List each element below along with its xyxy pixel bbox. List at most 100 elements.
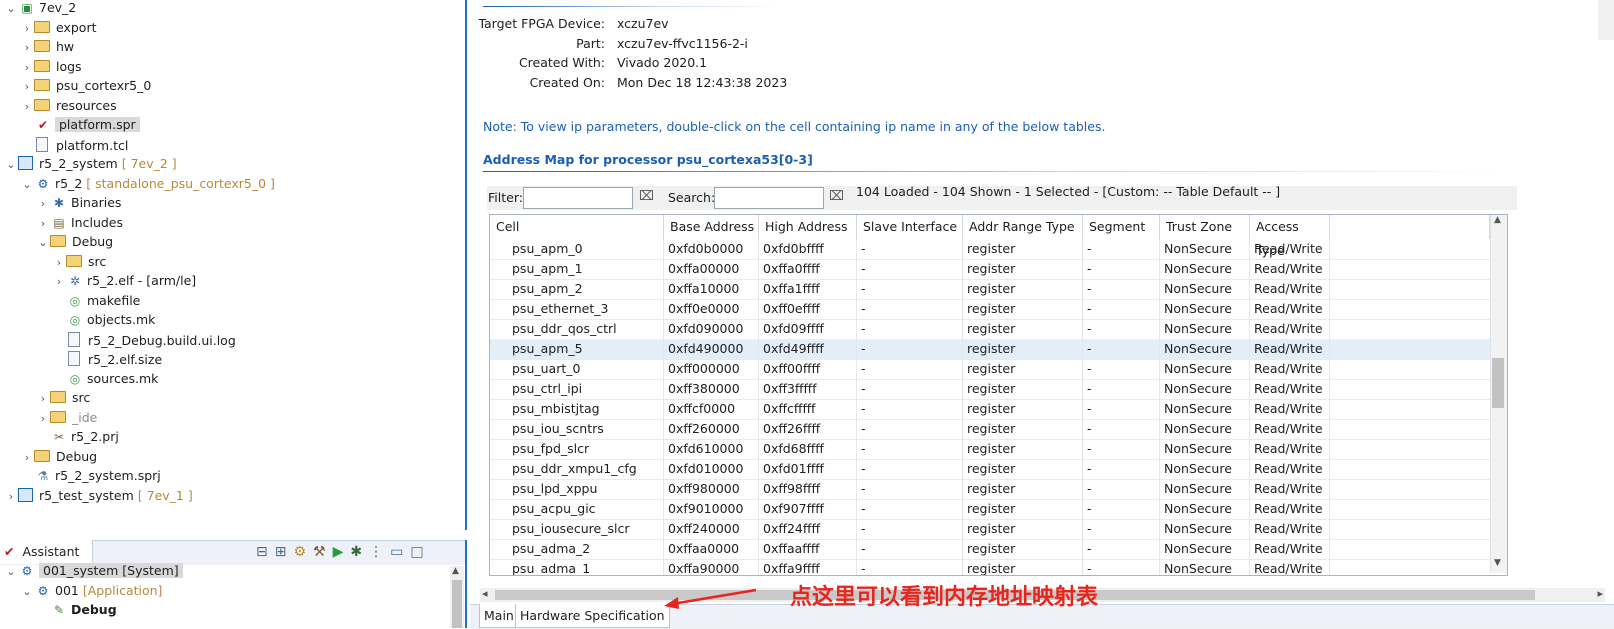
column-header[interactable]: Access Type xyxy=(1250,215,1330,258)
table-cell[interactable]: Read/Write xyxy=(1250,239,1330,259)
table-cell[interactable]: 0xff98ffff xyxy=(759,479,857,499)
table-cell[interactable]: 0xffa0ffff xyxy=(759,259,857,279)
table-cell[interactable]: - xyxy=(1083,299,1160,319)
explorer-item[interactable]: ✂ r5_2.prj xyxy=(36,427,119,447)
chevron-down-icon[interactable]: ⌄ xyxy=(4,562,18,582)
table-cell[interactable]: register xyxy=(963,419,1083,439)
table-cell[interactable]: 0xffcf0000 xyxy=(664,399,759,419)
table-cell[interactable]: - xyxy=(857,399,963,419)
chevron-right-icon[interactable]: › xyxy=(20,19,34,39)
explorer-item[interactable]: ⚗ r5_2_system.sprj xyxy=(20,466,161,486)
explorer-item[interactable]: › psu_cortexr5_0 xyxy=(20,76,152,96)
table-cell[interactable]: Read/Write xyxy=(1250,419,1330,439)
table-cell[interactable]: Read/Write xyxy=(1250,459,1330,479)
column-header[interactable]: Segment xyxy=(1083,215,1160,239)
table-cell[interactable]: Read/Write xyxy=(1250,499,1330,519)
explorer-item[interactable]: ⌄ r5_2_system [ 7ev_2 ] xyxy=(4,154,177,174)
maximize-icon[interactable]: □ xyxy=(410,544,430,560)
table-cell[interactable]: psu_apm_2 xyxy=(490,279,664,299)
scroll-right-icon[interactable]: ▸ xyxy=(1597,587,1603,600)
table-cell[interactable]: NonSecure xyxy=(1160,319,1250,339)
explorer-item[interactable]: › src xyxy=(36,388,90,408)
table-cell[interactable]: Read/Write xyxy=(1250,339,1330,359)
chevron-down-icon[interactable]: ⌄ xyxy=(20,582,34,602)
table-cell[interactable]: NonSecure xyxy=(1160,559,1250,575)
explorer-item[interactable]: › Debug xyxy=(20,447,97,467)
table-cell[interactable]: psu_apm_5 xyxy=(490,339,664,359)
table-cell[interactable]: 0xfd09ffff xyxy=(759,319,857,339)
table-cell[interactable]: Read/Write xyxy=(1250,259,1330,279)
tab-hardware-specification[interactable]: Hardware Specification xyxy=(515,604,670,628)
table-cell[interactable]: 0xffa00000 xyxy=(664,259,759,279)
table-cell[interactable]: register xyxy=(963,259,1083,279)
table-cell[interactable]: Read/Write xyxy=(1250,399,1330,419)
chevron-down-icon[interactable]: ⌄ xyxy=(4,0,18,19)
explorer-item[interactable]: ⌄ Debug xyxy=(36,232,113,252)
search-input[interactable] xyxy=(714,187,824,209)
table-cell[interactable]: psu_ctrl_ipi xyxy=(490,379,664,399)
scroll-up-icon[interactable]: ▲ xyxy=(452,566,459,576)
table-cell[interactable]: NonSecure xyxy=(1160,519,1250,539)
build-hammer-icon[interactable]: ⚒ xyxy=(313,544,333,560)
table-cell[interactable]: - xyxy=(857,379,963,399)
table-cell[interactable]: register xyxy=(963,239,1083,259)
table-cell[interactable]: 0xffaa0000 xyxy=(664,539,759,559)
table-cell[interactable]: psu_adma_1 xyxy=(490,559,664,575)
table-cell[interactable]: Read/Write xyxy=(1250,279,1330,299)
table-cell[interactable]: 0xffcfffff xyxy=(759,399,857,419)
explorer-item[interactable]: › resources xyxy=(20,96,117,116)
table-cell[interactable]: - xyxy=(1083,399,1160,419)
table-cell[interactable]: register xyxy=(963,339,1083,359)
table-cell[interactable]: Read/Write xyxy=(1250,359,1330,379)
table-cell[interactable]: - xyxy=(1083,259,1160,279)
table-row[interactable]: psu_fpd_slcr 0xfd610000 0xfd68ffff - registe… xyxy=(490,439,1490,460)
explorer-item[interactable]: ◎ sources.mk xyxy=(52,369,159,389)
table-cell[interactable]: register xyxy=(963,519,1083,539)
table-row[interactable]: psu_lpd_xppu 0xff980000 0xff98ffff - registe… xyxy=(490,479,1490,500)
table-cell[interactable]: - xyxy=(857,339,963,359)
table-cell[interactable]: psu_uart_0 xyxy=(490,359,664,379)
table-cell[interactable]: - xyxy=(1083,439,1160,459)
chevron-right-icon[interactable]: › xyxy=(20,38,34,58)
collapse-all-icon[interactable]: ⊟ xyxy=(256,544,275,560)
table-cell[interactable]: psu_mbistjtag xyxy=(490,399,664,419)
scroll-up-icon[interactable]: ▲ xyxy=(1494,215,1501,225)
table-cell[interactable]: register xyxy=(963,559,1083,575)
table-cell[interactable]: register xyxy=(963,439,1083,459)
table-cell[interactable]: 0xffa9ffff xyxy=(759,559,857,575)
table-cell[interactable]: - xyxy=(1083,519,1160,539)
explorer-item[interactable]: › ▤ Includes xyxy=(36,213,123,233)
scroll-down-icon[interactable]: ▼ xyxy=(1494,558,1501,568)
settings-gear-icon[interactable]: ⚙ xyxy=(293,544,313,560)
table-cell[interactable]: psu_adma_2 xyxy=(490,539,664,559)
table-cell[interactable]: NonSecure xyxy=(1160,439,1250,459)
table-cell[interactable]: 0xfd0bffff xyxy=(759,239,857,259)
table-cell[interactable]: psu_iou_scntrs xyxy=(490,419,664,439)
table-cell[interactable]: 0xff00ffff xyxy=(759,359,857,379)
table-cell[interactable]: - xyxy=(1083,239,1160,259)
assistant-scroll-thumb[interactable] xyxy=(452,580,462,628)
table-cell[interactable]: register xyxy=(963,279,1083,299)
filter-input[interactable] xyxy=(523,187,633,209)
chevron-right-icon[interactable]: › xyxy=(36,194,50,214)
table-cell[interactable]: Read/Write xyxy=(1250,299,1330,319)
table-cell[interactable]: register xyxy=(963,359,1083,379)
table-cell[interactable]: - xyxy=(857,419,963,439)
table-cell[interactable]: register xyxy=(963,379,1083,399)
tab-main[interactable]: Main xyxy=(479,604,519,628)
table-vscroll-thumb[interactable] xyxy=(1492,358,1504,408)
explorer-item[interactable]: › r5_test_system [ 7ev_1 ] xyxy=(4,486,193,506)
chevron-right-icon[interactable]: › xyxy=(36,389,50,409)
explorer-item[interactable]: ⌄ ⚙ r5_2 [ standalone_psu_cortexr5_0 ] xyxy=(20,174,275,194)
debug-bug-icon[interactable]: ✱ xyxy=(350,544,369,560)
table-cell[interactable]: - xyxy=(857,539,963,559)
table-cell[interactable]: psu_ethernet_3 xyxy=(490,299,664,319)
table-cell[interactable]: - xyxy=(1083,539,1160,559)
editor-vscroll[interactable] xyxy=(1598,0,1614,40)
table-row[interactable]: psu_acpu_gic 0xf9010000 0xf907ffff - registe… xyxy=(490,499,1490,520)
table-cell[interactable]: NonSecure xyxy=(1160,419,1250,439)
table-cell[interactable]: 0xfd010000 xyxy=(664,459,759,479)
table-row[interactable]: psu_uart_0 0xff000000 0xff00ffff - register -… xyxy=(490,359,1490,380)
table-cell[interactable]: Read/Write xyxy=(1250,479,1330,499)
table-row[interactable]: psu_apm_0 0xfd0b0000 0xfd0bffff - register - N… xyxy=(490,239,1490,260)
